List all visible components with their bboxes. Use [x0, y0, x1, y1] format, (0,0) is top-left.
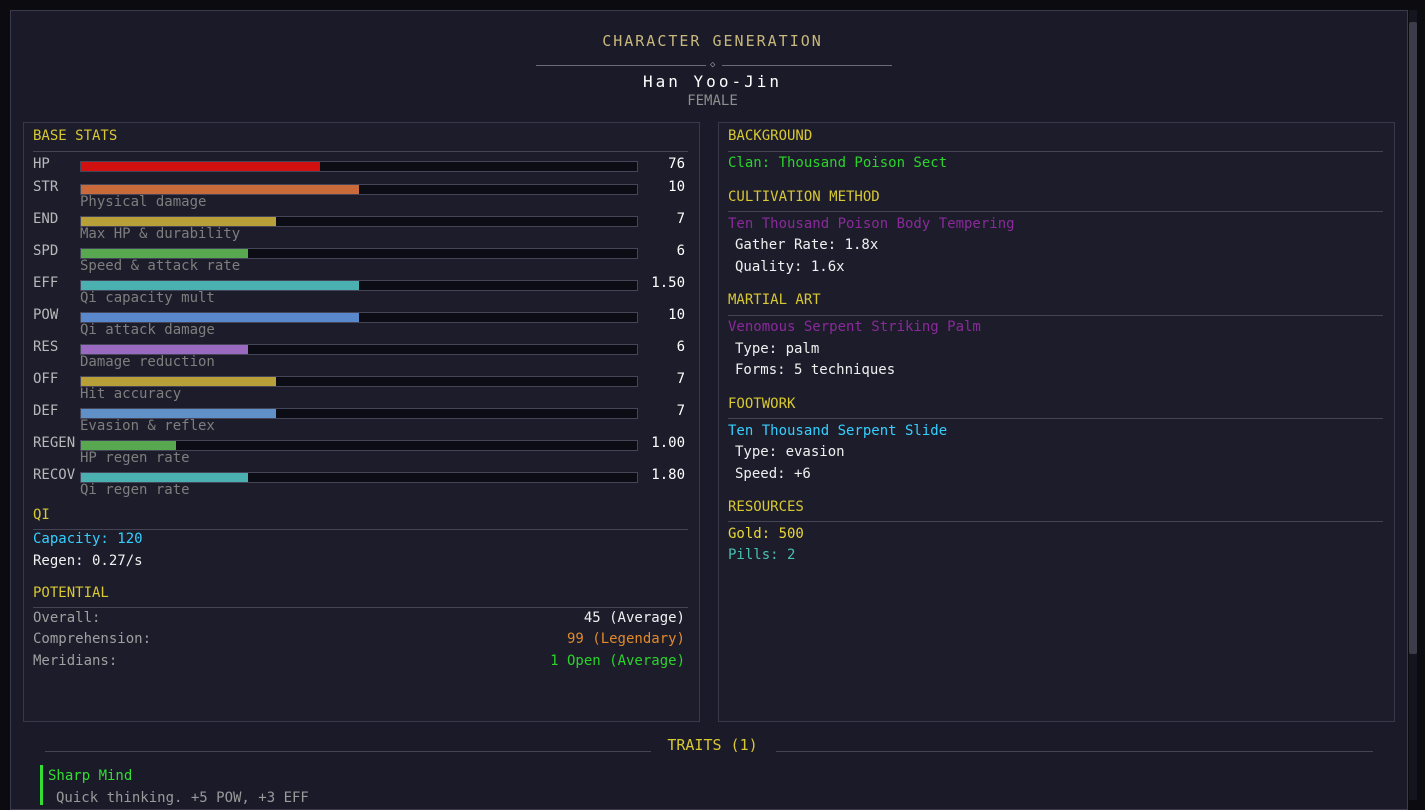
stat-value-regen: 1.00 — [651, 435, 685, 451]
potential-overall-label: Overall: — [33, 610, 101, 626]
martial-art-type: Type: palm — [735, 341, 820, 357]
stat-description: Qi regen rate — [80, 482, 190, 498]
character-name: Han Yoo-Jin — [643, 72, 782, 91]
trait-description: Quick thinking. +5 POW, +3 EFF — [56, 790, 309, 806]
section-divider — [33, 151, 688, 152]
section-divider — [728, 211, 1383, 212]
stat-label-def: DEF — [33, 403, 59, 419]
title-divider-right — [722, 65, 892, 66]
trait-name: Sharp Mind — [48, 768, 133, 784]
stat-label-spd: SPD — [33, 243, 59, 259]
stat-value-def: 7 — [676, 403, 685, 419]
cultivation-quality: Quality: 1.6x — [735, 259, 845, 275]
stat-bar-hp — [80, 161, 638, 172]
stat-description: Qi capacity mult — [80, 290, 215, 306]
martial-art-forms: Forms: 5 techniques — [735, 362, 896, 378]
stat-bar-fill — [81, 441, 176, 450]
resources-heading: RESOURCES — [728, 499, 804, 515]
stat-value-res: 6 — [676, 339, 685, 355]
stat-bar-fill — [81, 162, 321, 171]
stat-description: Physical damage — [80, 194, 207, 210]
stat-bar-fill — [81, 185, 359, 194]
stat-label-hp: HP — [33, 156, 50, 172]
stat-value-str: 10 — [668, 179, 685, 195]
stat-description: Hit accuracy — [80, 386, 182, 402]
stat-label-end: END — [33, 211, 59, 227]
potential-meridians-label: Meridians: — [33, 653, 118, 669]
background-clan: Clan: Thousand Poison Sect — [728, 155, 948, 171]
section-divider — [728, 315, 1383, 316]
stat-label-res: RES — [33, 339, 59, 355]
title-divider-left — [536, 65, 706, 66]
details-panel — [718, 122, 1395, 722]
stat-value-recov: 1.80 — [651, 467, 685, 483]
potential-meridians-value: 1 Open (Average) — [550, 653, 685, 669]
stat-value-spd: 6 — [676, 243, 685, 259]
character-gender: FEMALE — [687, 93, 738, 109]
resources-gold: Gold: 500 — [728, 526, 804, 542]
section-divider — [728, 521, 1383, 522]
section-divider — [33, 607, 688, 608]
stat-bar-fill — [81, 409, 276, 418]
base-stats-heading: BASE STATS — [33, 128, 118, 144]
resources-pills: Pills: 2 — [728, 547, 796, 563]
potential-overall-value: 45 (Average) — [583, 610, 685, 626]
stat-bar-fill — [81, 249, 248, 258]
martial-art-heading: MARTIAL ART — [728, 292, 821, 308]
qi-regen: Regen: 0.27/s — [33, 553, 143, 569]
stat-description: Speed & attack rate — [80, 258, 241, 274]
cultivation-heading: CULTIVATION METHOD — [728, 189, 880, 205]
martial-art-name: Venomous Serpent Striking Palm — [728, 319, 981, 335]
section-divider — [728, 418, 1383, 419]
qi-capacity: Capacity: 120 — [33, 531, 143, 547]
scrollbar-thumb[interactable] — [1409, 22, 1417, 654]
stat-description: Damage reduction — [80, 354, 215, 370]
cultivation-gather-rate: Gather Rate: 1.8x — [735, 237, 879, 253]
stat-value-pow: 10 — [668, 307, 685, 323]
traits-divider-right — [776, 751, 1373, 752]
section-divider — [33, 529, 688, 530]
footwork-type: Type: evasion — [735, 444, 845, 460]
stat-description: Max HP & durability — [80, 226, 241, 242]
stat-label-regen: REGEN — [33, 435, 76, 451]
potential-comprehension-value: 99 (Legendary) — [566, 631, 685, 647]
stat-description: Qi attack damage — [80, 322, 215, 338]
stat-bar-fill — [81, 473, 248, 482]
cultivation-method-name: Ten Thousand Poison Body Tempering — [728, 216, 1015, 232]
footwork-speed: Speed: +6 — [735, 466, 811, 482]
qi-heading: QI — [33, 507, 50, 523]
potential-comprehension-label: Comprehension: — [33, 631, 152, 647]
section-divider — [728, 151, 1383, 152]
stat-label-pow: POW — [33, 307, 59, 323]
stat-value-end: 7 — [676, 211, 685, 227]
stat-label-str: STR — [33, 179, 59, 195]
stat-value-hp: 76 — [668, 156, 685, 172]
diamond-ornament-icon: ◇ — [710, 60, 716, 70]
stat-value-off: 7 — [676, 371, 685, 387]
trait-accent-bar — [40, 765, 43, 805]
footwork-name: Ten Thousand Serpent Slide — [728, 423, 948, 439]
stat-bar-fill — [81, 217, 276, 226]
stat-label-recov: RECOV — [33, 467, 76, 483]
stat-description: HP regen rate — [80, 450, 190, 466]
stat-bar-fill — [81, 345, 248, 354]
stat-bar-fill — [81, 377, 276, 386]
potential-heading: POTENTIAL — [33, 585, 109, 601]
screen-title: CHARACTER GENERATION — [602, 32, 823, 50]
background-heading: BACKGROUND — [728, 128, 813, 144]
stat-value-eff: 1.50 — [651, 275, 685, 291]
stat-label-eff: EFF — [33, 275, 59, 291]
stat-bar-fill — [81, 281, 359, 290]
stat-description: Evasion & reflex — [80, 418, 215, 434]
footwork-heading: FOOTWORK — [728, 396, 796, 412]
stat-bar-fill — [81, 313, 359, 322]
stat-label-off: OFF — [33, 371, 59, 387]
